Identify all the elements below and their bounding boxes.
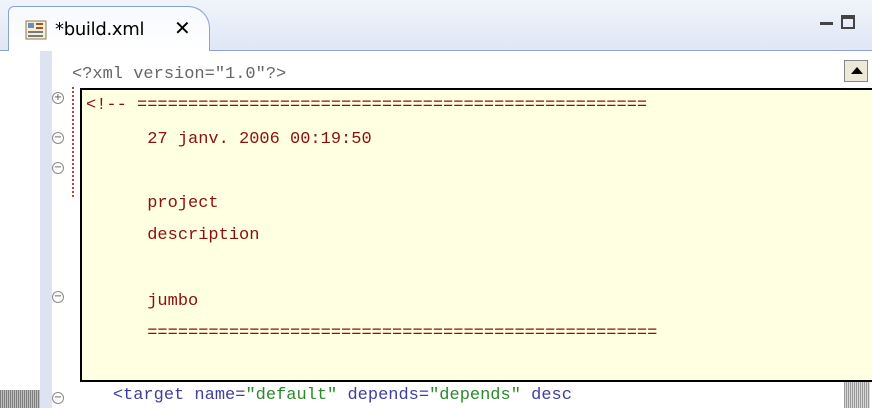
xml-declaration-line: <?xml version="1.0"?> <box>72 65 287 84</box>
tab-title: *build.xml <box>55 19 145 40</box>
depends-value: "depends" <box>429 386 521 405</box>
description-attribute-truncated: desc <box>520 386 572 405</box>
folded-comment-hover-popup: <!-- ===================================… <box>80 88 872 382</box>
target-tag: <target name= <box>112 386 246 405</box>
ant-build-file-icon <box>25 20 47 40</box>
tab-build-xml[interactable]: *build.xml ✕ <box>8 6 210 51</box>
close-icon[interactable]: ✕ <box>174 17 191 39</box>
popup-line: jumbo <box>86 292 199 311</box>
popup-line: description <box>86 226 260 245</box>
fold-collapse-icon[interactable]: − <box>52 132 64 144</box>
fold-collapse-icon[interactable]: − <box>52 291 64 303</box>
current-line-marker <box>0 390 40 408</box>
fold-collapse-icon[interactable]: − <box>52 162 64 174</box>
target-name-value: "default" <box>245 386 338 405</box>
popup-line: 27 janv. 2006 00:19:50 <box>86 130 372 149</box>
fold-expand-icon[interactable]: + <box>52 92 64 104</box>
target-line: <target name="default" depends="depends"… <box>72 386 572 406</box>
depends-attribute: depends= <box>337 386 430 405</box>
popup-line: ========================================… <box>86 324 658 343</box>
scroll-up-button[interactable] <box>844 60 868 82</box>
popup-line: <!-- ===================================… <box>86 96 648 115</box>
fold-collapse-icon[interactable]: − <box>52 392 64 404</box>
popup-line: project <box>86 194 219 213</box>
scrollbar-track[interactable] <box>844 382 870 408</box>
overview-ruler-left <box>0 51 40 408</box>
line-ruler <box>40 51 52 408</box>
arrow-up-icon <box>851 67 863 74</box>
maximize-icon[interactable] <box>841 15 855 29</box>
editor-tab-bar: *build.xml ✕ <box>0 0 872 51</box>
minimize-icon[interactable] <box>820 22 833 25</box>
